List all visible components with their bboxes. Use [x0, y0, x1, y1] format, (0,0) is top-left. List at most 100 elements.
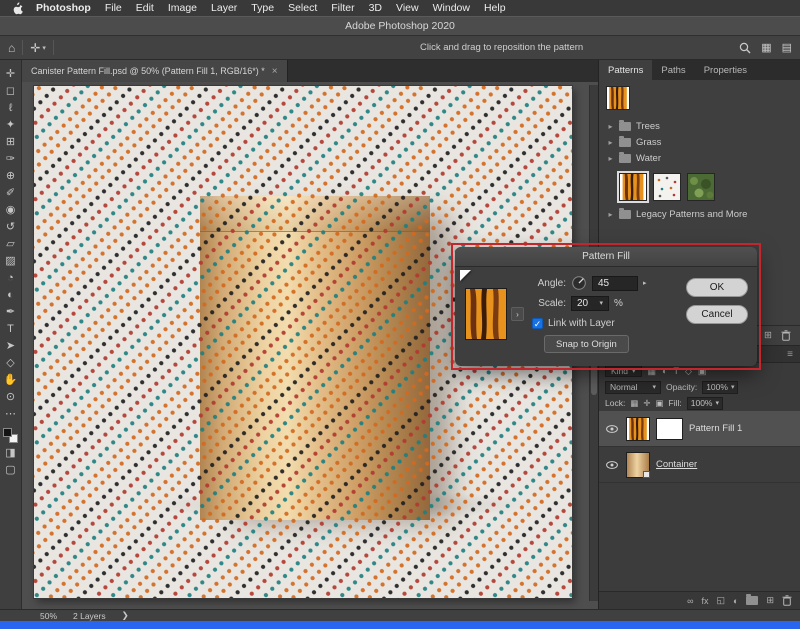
pattern-picker-button[interactable]: ›: [511, 307, 524, 321]
gradient-tool[interactable]: ▨: [1, 253, 21, 270]
apple-menu[interactable]: [6, 2, 29, 15]
tab-properties[interactable]: Properties: [695, 60, 756, 80]
chevron-right-icon[interactable]: ▸: [607, 122, 614, 131]
menu-view[interactable]: View: [389, 0, 426, 16]
screen-mode-button[interactable]: ▢: [1, 462, 21, 479]
blend-mode-select[interactable]: Normal ▾: [605, 381, 661, 394]
menu-photoshop[interactable]: Photoshop: [29, 0, 98, 16]
document-tab[interactable]: Canister Pattern Fill.psd @ 50% (Pattern…: [22, 60, 288, 82]
status-chevron-icon[interactable]: ❯: [122, 610, 129, 621]
dialog-title-bar[interactable]: Pattern Fill: [455, 247, 757, 267]
adjustment-layer-icon[interactable]: ◐: [733, 596, 738, 606]
lasso-tool[interactable]: ℓ: [1, 100, 21, 117]
visibility-eye-icon[interactable]: [606, 425, 618, 433]
chevron-right-icon[interactable]: ▸: [607, 138, 614, 147]
pattern-swatch-leaves[interactable]: [687, 173, 715, 201]
arrange-icon[interactable]: ▤: [782, 41, 792, 54]
angle-input[interactable]: 45: [592, 276, 638, 291]
healing-brush-tool[interactable]: ⊕: [1, 168, 21, 185]
container-layer-thumbnail[interactable]: [626, 452, 650, 478]
current-pattern-thumbnail[interactable]: [606, 86, 630, 110]
dodge-tool[interactable]: ◐: [1, 287, 21, 304]
filter-pixel-icon[interactable]: ▦: [648, 366, 657, 377]
link-with-layer-checkbox[interactable]: ✓: [532, 318, 543, 329]
path-select-tool[interactable]: ➤: [1, 338, 21, 355]
crop-tool[interactable]: ⊞: [1, 134, 21, 151]
new-layer-icon[interactable]: ⊞: [766, 595, 774, 606]
eraser-tool[interactable]: ▱: [1, 236, 21, 253]
trash-icon[interactable]: [781, 330, 791, 341]
filter-shape-icon[interactable]: ◇: [685, 366, 692, 377]
quick-mask-button[interactable]: ◨: [1, 445, 21, 462]
menu-type[interactable]: Type: [244, 0, 281, 16]
layer-row-container[interactable]: Container: [599, 447, 800, 483]
zoom-tool[interactable]: ⊙: [1, 389, 21, 406]
type-tool[interactable]: T: [1, 321, 21, 338]
trash-icon[interactable]: [782, 595, 792, 606]
pattern-group-legacy[interactable]: ▸ Legacy Patterns and More: [599, 206, 800, 222]
tab-paths[interactable]: Paths: [652, 60, 694, 80]
pattern-group-water[interactable]: ▸ Water: [599, 150, 800, 166]
new-pattern-icon[interactable]: ⊞: [764, 330, 772, 341]
zoom-level[interactable]: 50%: [40, 611, 57, 621]
lock-position-icon[interactable]: ✛: [643, 398, 650, 409]
move-tool[interactable]: ✛: [1, 66, 21, 83]
filter-type-icon[interactable]: T: [673, 366, 679, 376]
scale-input[interactable]: 20 ▾: [571, 296, 609, 311]
pattern-swatch-stripes[interactable]: [619, 173, 647, 201]
menu-image[interactable]: Image: [161, 0, 204, 16]
brush-tool[interactable]: ✐: [1, 185, 21, 202]
cancel-button[interactable]: Cancel: [686, 305, 748, 324]
history-brush-tool[interactable]: ↺: [1, 219, 21, 236]
shape-tool[interactable]: ◇: [1, 355, 21, 372]
pen-tool[interactable]: ✒: [1, 304, 21, 321]
filter-adjustment-icon[interactable]: ◐: [662, 366, 667, 376]
hand-tool[interactable]: ✋: [1, 372, 21, 389]
lock-all-icon[interactable]: ▣: [655, 398, 663, 409]
quick-select-tool[interactable]: ✦: [1, 117, 21, 134]
menu-file[interactable]: File: [98, 0, 129, 16]
layer-filter-kind[interactable]: Kind ▾: [605, 365, 642, 377]
filter-smart-object-icon[interactable]: ▣: [698, 366, 707, 377]
search-icon[interactable]: [739, 42, 751, 54]
opacity-field[interactable]: 100% ▾: [702, 381, 738, 394]
visibility-eye-icon[interactable]: [606, 461, 618, 469]
menu-3d[interactable]: 3D: [362, 0, 389, 16]
menu-window[interactable]: Window: [426, 0, 477, 16]
clone-stamp-tool[interactable]: ◉: [1, 202, 21, 219]
angle-dial[interactable]: [571, 275, 587, 291]
tab-close-icon[interactable]: ×: [272, 66, 278, 77]
menu-help[interactable]: Help: [477, 0, 513, 16]
fill-field[interactable]: 100% ▾: [687, 397, 723, 410]
new-group-icon[interactable]: [746, 596, 758, 605]
marquee-tool[interactable]: ◻: [1, 83, 21, 100]
pattern-fill-layer-thumbnail[interactable]: [626, 417, 650, 441]
layer-style-fx-icon[interactable]: fx: [701, 596, 708, 606]
tab-patterns[interactable]: Patterns: [599, 60, 652, 80]
menu-select[interactable]: Select: [281, 0, 324, 16]
link-with-layer-row[interactable]: ✓ Link with Layer: [532, 315, 678, 331]
menu-filter[interactable]: Filter: [324, 0, 361, 16]
layer-mask-thumbnail[interactable]: [656, 418, 683, 440]
pattern-swatch-dots[interactable]: [653, 173, 681, 201]
link-layers-icon[interactable]: ∞: [687, 596, 693, 606]
pattern-group-grass[interactable]: ▸ Grass: [599, 134, 800, 150]
lock-transparency-icon[interactable]: ▦: [630, 398, 638, 409]
edit-toolbar-icon[interactable]: ⋯: [1, 406, 21, 423]
blur-tool[interactable]: ◔: [1, 270, 21, 287]
dialog-pattern-thumbnail[interactable]: [465, 288, 507, 340]
home-icon[interactable]: ⌂: [8, 41, 15, 55]
move-tool-preset[interactable]: ✛ ▾: [30, 41, 46, 55]
panel-menu-icon[interactable]: ≡: [787, 349, 793, 360]
add-mask-icon[interactable]: ◱: [717, 595, 726, 606]
workspace-icon[interactable]: ▦: [761, 41, 771, 54]
pattern-group-trees[interactable]: ▸ Trees: [599, 118, 800, 134]
menu-edit[interactable]: Edit: [129, 0, 161, 16]
foreground-color-swatch[interactable]: [3, 428, 12, 437]
snap-to-origin-button[interactable]: Snap to Origin: [544, 335, 629, 353]
chevron-right-icon[interactable]: ▸: [607, 210, 614, 219]
menu-layer[interactable]: Layer: [204, 0, 244, 16]
ok-button[interactable]: OK: [686, 278, 748, 297]
chevron-right-icon[interactable]: ▸: [607, 154, 614, 163]
layer-row-pattern-fill[interactable]: Pattern Fill 1: [599, 411, 800, 447]
